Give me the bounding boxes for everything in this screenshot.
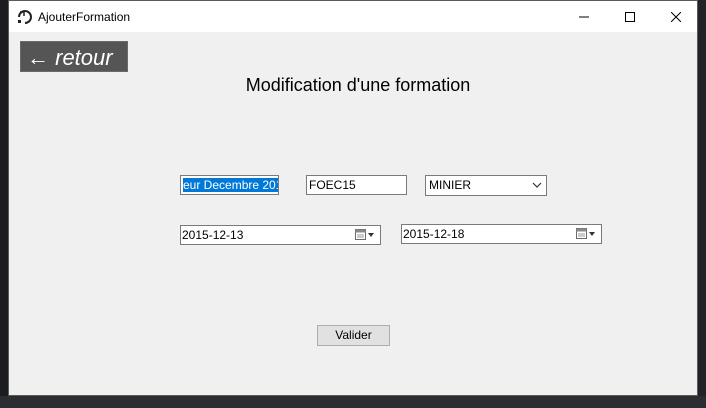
libelle-input[interactable]: eur Decembre 2015 xyxy=(180,175,279,195)
background-bottom xyxy=(0,396,706,408)
formateur-select[interactable]: MINIER xyxy=(425,175,547,196)
date-fin-picker[interactable]: 2015-12-18 xyxy=(401,224,602,244)
background-right xyxy=(698,0,706,408)
valider-button[interactable]: Valider xyxy=(317,325,390,346)
code-value: FOEC15 xyxy=(309,178,356,192)
maximize-button[interactable] xyxy=(607,1,653,32)
app-icon xyxy=(18,10,32,24)
chevron-down-icon xyxy=(532,182,542,188)
maximize-icon xyxy=(625,11,635,22)
close-icon xyxy=(671,11,681,22)
title-bar[interactable]: AjouterFormation xyxy=(9,1,697,32)
app-window: AjouterFormation ← retour Modification d… xyxy=(8,0,698,396)
minimize-icon xyxy=(579,16,589,17)
back-button[interactable]: ← retour xyxy=(20,41,128,72)
calendar-icon[interactable] xyxy=(576,228,596,240)
background-left xyxy=(0,0,8,408)
minimize-button[interactable] xyxy=(561,1,607,32)
page-title: Modification d'une formation xyxy=(245,75,471,95)
libelle-value: eur Decembre 2015 xyxy=(183,178,278,192)
date-fin-value: 2015-12-18 xyxy=(403,227,465,241)
date-debut-picker[interactable]: 2015-12-13 xyxy=(180,225,381,245)
formateur-value: MINIER xyxy=(429,178,471,192)
calendar-icon[interactable] xyxy=(355,229,375,241)
date-debut-value: 2015-12-13 xyxy=(182,228,244,242)
close-button[interactable] xyxy=(653,1,699,32)
window-title: AjouterFormation xyxy=(38,10,131,24)
code-input[interactable]: FOEC15 xyxy=(306,175,407,195)
